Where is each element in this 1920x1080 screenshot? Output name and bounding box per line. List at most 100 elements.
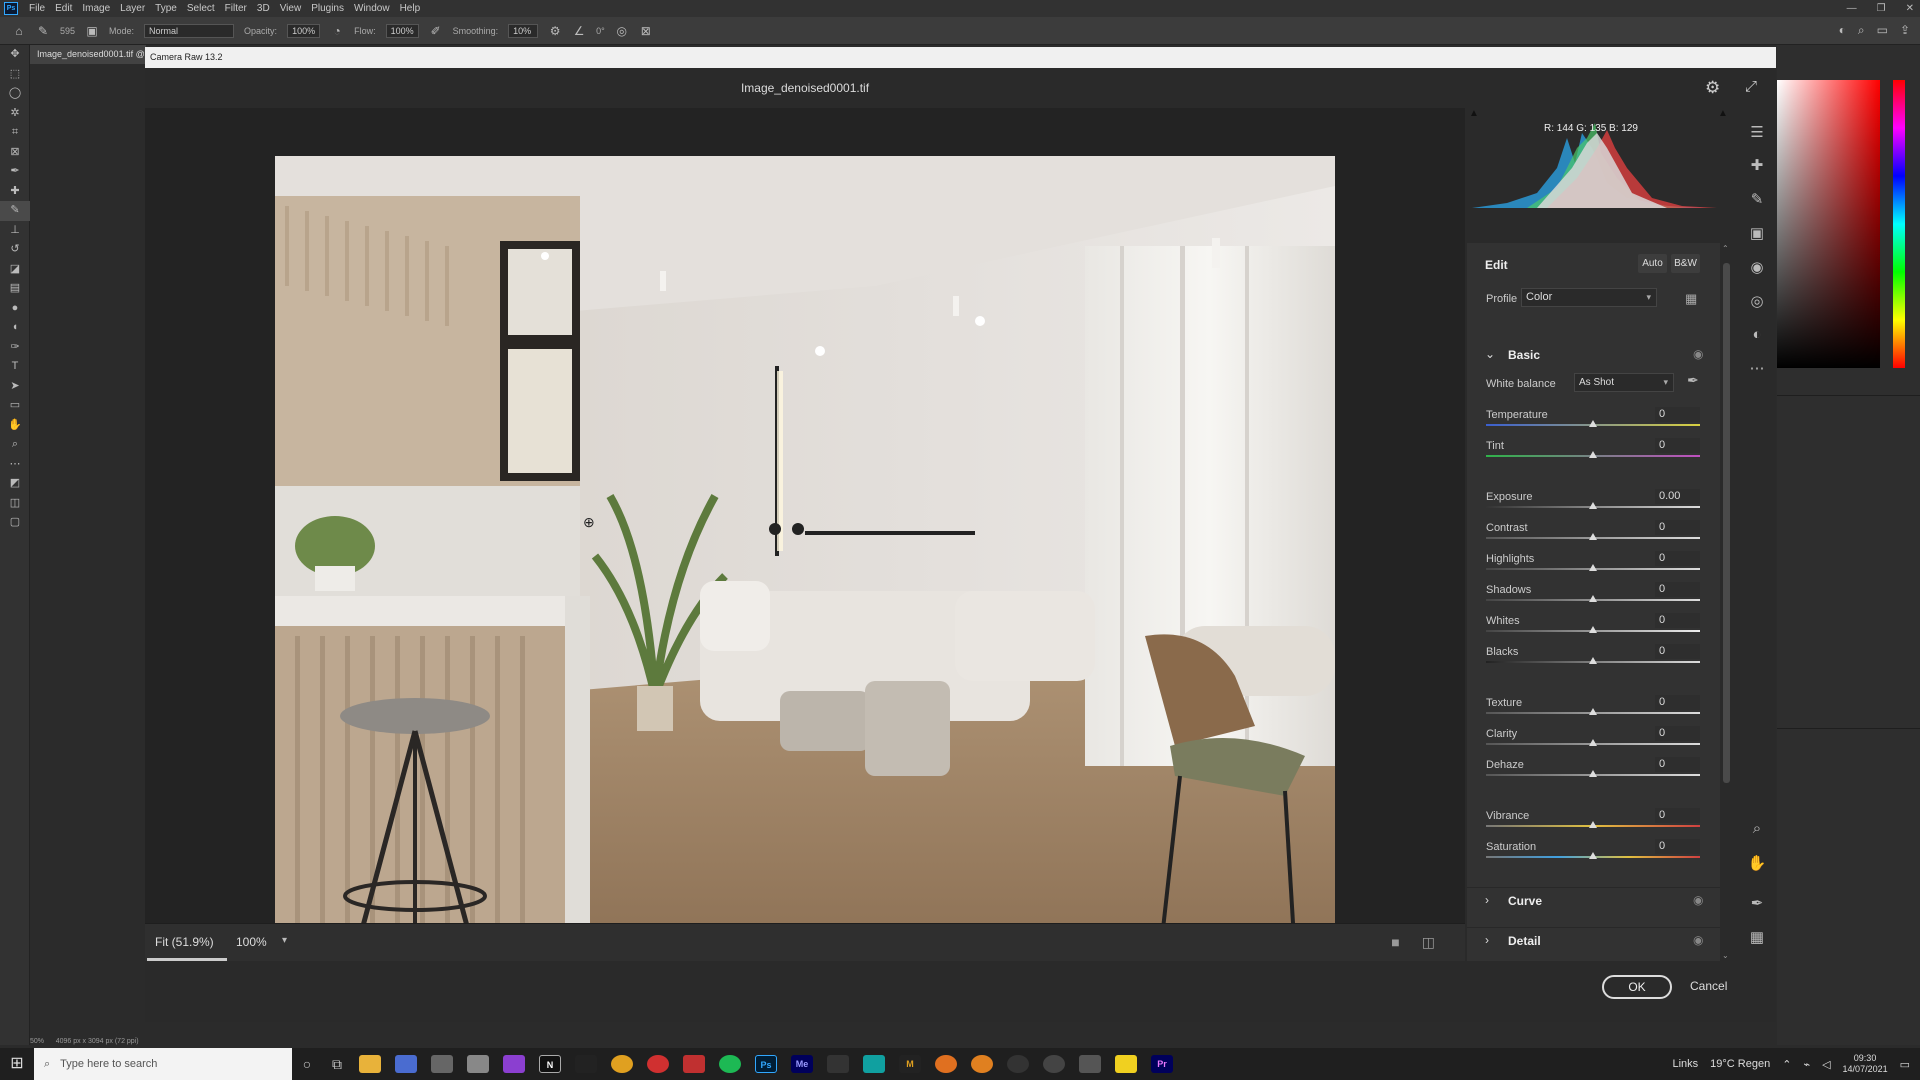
color-sampler-icon[interactable]: ✒ — [1738, 894, 1776, 912]
more-icon[interactable]: ⋯ — [1738, 359, 1776, 377]
slider-value-field[interactable]: 0 — [1655, 644, 1700, 659]
visibility-eye-icon[interactable]: ◉ — [1693, 347, 1703, 361]
slider-thumb[interactable] — [1589, 595, 1597, 602]
app-icon[interactable] — [683, 1055, 705, 1073]
hue-slider[interactable] — [1893, 80, 1905, 368]
bw-button[interactable]: B&W — [1671, 254, 1700, 273]
adjustment-brush-icon[interactable]: ✎ — [1738, 190, 1776, 208]
slider-thumb[interactable] — [1589, 533, 1597, 540]
single-view-icon[interactable]: ■ — [1391, 934, 1399, 951]
move-tool-icon[interactable]: ✥ — [0, 45, 30, 65]
quick-mask-icon[interactable]: ◫ — [0, 494, 30, 514]
section-basic[interactable]: ⌄ Basic ◉ — [1467, 342, 1720, 368]
visibility-eye-icon[interactable]: ◉ — [1693, 893, 1703, 907]
type-tool-icon[interactable]: T — [0, 357, 30, 377]
links-toolbar[interactable]: Links — [1672, 1058, 1698, 1070]
marquee-tool-icon[interactable]: ⬚ — [0, 65, 30, 85]
slider-thumb[interactable] — [1589, 770, 1597, 777]
menu-type[interactable]: Type — [150, 3, 182, 14]
notification-icon[interactable]: ▭ — [1900, 1058, 1910, 1071]
symmetry-icon[interactable]: ⊠ — [639, 24, 653, 38]
zoom-level-select[interactable]: 100% — [236, 935, 267, 949]
pressure-size-icon[interactable]: ◎ — [615, 24, 629, 38]
media-encoder-icon[interactable]: Me — [791, 1055, 813, 1073]
menu-filter[interactable]: Filter — [220, 3, 252, 14]
slider-thumb[interactable] — [1589, 821, 1597, 828]
frame-tool-icon[interactable]: ⊠ — [0, 143, 30, 163]
pressure-opacity-icon[interactable]: ◔ — [330, 24, 344, 38]
slider-value-field[interactable]: 0 — [1655, 582, 1700, 597]
home-icon[interactable]: ⌂ — [12, 24, 26, 38]
file-explorer-icon[interactable] — [359, 1055, 381, 1073]
slider-value-field[interactable]: 0 — [1655, 520, 1700, 535]
menu-image[interactable]: Image — [77, 3, 115, 14]
notion-icon[interactable]: N — [539, 1055, 561, 1073]
path-selection-icon[interactable]: ➤ — [0, 377, 30, 397]
app-icon[interactable] — [863, 1055, 885, 1073]
slider-thumb[interactable] — [1589, 708, 1597, 715]
eyedropper-icon[interactable]: ✒ — [1687, 372, 1699, 389]
sticky-notes-icon[interactable] — [1115, 1055, 1137, 1073]
flow-field[interactable]: 100% — [385, 23, 419, 38]
menu-window[interactable]: Window — [349, 3, 395, 14]
slider-value-field[interactable]: 0 — [1655, 551, 1700, 566]
slider-value-field[interactable]: 0 — [1655, 757, 1700, 772]
chevron-down-icon[interactable]: ▾ — [282, 935, 287, 946]
slider-value-field[interactable]: 0 — [1655, 839, 1700, 854]
profile-browser-icon[interactable]: ▦ — [1685, 291, 1697, 307]
presets-icon[interactable]: ◐ — [1738, 326, 1776, 343]
clock[interactable]: 09:30 14/07/2021 — [1843, 1053, 1888, 1075]
dodge-tool-icon[interactable]: ◖ — [0, 318, 30, 338]
menu-help[interactable]: Help — [395, 3, 426, 14]
visibility-eye-icon[interactable]: ◉ — [1693, 933, 1703, 947]
share-export-icon[interactable]: ⇪ — [1900, 23, 1910, 38]
slider-value-field[interactable]: 0 — [1655, 613, 1700, 628]
brush-panel-icon[interactable]: ▣ — [85, 24, 99, 38]
slider-value-field[interactable]: 0 — [1655, 808, 1700, 823]
brush-tool-icon[interactable]: ✎ — [36, 24, 50, 38]
blender-icon[interactable] — [971, 1055, 993, 1073]
color-swatches-icon[interactable]: ◩ — [0, 474, 30, 494]
rectangle-tool-icon[interactable]: ▭ — [0, 396, 30, 416]
photoshop-icon[interactable]: Ps — [755, 1055, 777, 1073]
shadow-clipping-icon[interactable]: ▲ — [1469, 108, 1479, 119]
edit-sliders-icon[interactable]: ☰ — [1738, 123, 1776, 141]
hand-tool-icon[interactable]: ✋ — [0, 416, 30, 436]
status-doc-info[interactable]: 4096 px x 3094 px (72 ppi) — [56, 1038, 139, 1045]
slider-value-field[interactable]: 0 — [1655, 726, 1700, 741]
angle-value[interactable]: 0° — [596, 26, 605, 36]
windows-start-icon[interactable]: ⊞ — [0, 1048, 34, 1080]
zoom-icon[interactable]: ⌕ — [1738, 820, 1776, 837]
before-after-icon[interactable]: ◫ — [1422, 934, 1435, 951]
smoothing-settings-icon[interactable]: ⚙ — [548, 24, 562, 38]
calculator-icon[interactable] — [431, 1055, 453, 1073]
more-tools-icon[interactable]: ⋯ — [0, 455, 30, 475]
airbrush-icon[interactable]: ✐ — [429, 24, 443, 38]
profile-select[interactable]: Color ▾ — [1521, 288, 1657, 307]
pen-tool-icon[interactable]: ✑ — [0, 338, 30, 358]
zoom-tool-icon[interactable]: ⌕ — [0, 435, 30, 455]
smoothing-field[interactable]: 10% — [508, 23, 539, 38]
menu-view[interactable]: View — [275, 3, 307, 14]
slider-thumb[interactable] — [1589, 502, 1597, 509]
app-icon[interactable] — [467, 1055, 489, 1073]
edit-panel-scrollbar[interactable] — [1723, 263, 1730, 783]
workspace-icon[interactable]: ▭ — [1877, 23, 1888, 38]
slider-value-field[interactable]: 0 — [1655, 695, 1700, 710]
taskbar-search[interactable]: ⌕ Type here to search — [34, 1048, 292, 1080]
spotify-icon[interactable] — [719, 1055, 741, 1073]
slider-thumb[interactable] — [1589, 451, 1597, 458]
app-icon[interactable] — [1043, 1055, 1065, 1073]
blender-icon[interactable] — [935, 1055, 957, 1073]
radial-filter-icon[interactable]: ◉ — [1738, 258, 1776, 276]
chevron-up-icon[interactable]: ⌃ — [1782, 1058, 1791, 1071]
eraser-tool-icon[interactable]: ◪ — [0, 260, 30, 280]
chrome-icon[interactable] — [611, 1055, 633, 1073]
outlook-icon[interactable] — [395, 1055, 417, 1073]
history-brush-icon[interactable]: ↺ — [0, 240, 30, 260]
fit-zoom-button[interactable]: Fit (51.9%) — [155, 935, 214, 949]
menu-plugins[interactable]: Plugins — [306, 3, 349, 14]
grid-icon[interactable]: ▦ — [1738, 928, 1776, 946]
task-view-icon[interactable]: ⧉ — [322, 1048, 352, 1080]
brush-tool-icon[interactable]: ✎ — [0, 201, 30, 221]
